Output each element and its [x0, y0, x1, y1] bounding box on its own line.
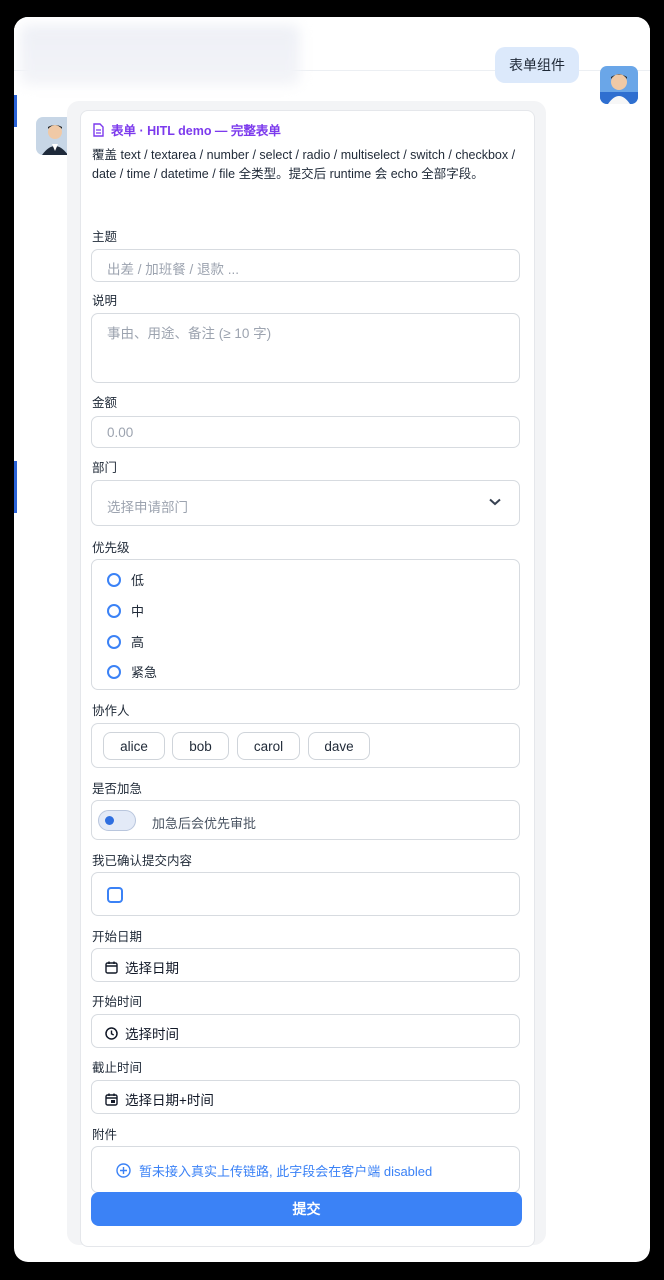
start-date-text: 选择日期: [125, 961, 179, 976]
chevron-down-icon: [489, 498, 501, 506]
attachment-text: 暂未接入真实上传链路, 此字段会在客户端 disabled: [139, 1164, 433, 1179]
plus-circle-icon: [116, 1163, 131, 1178]
department-label: 部门: [92, 461, 118, 475]
collaborator-chip-alice[interactable]: alice: [103, 732, 165, 760]
urgent-hint: 加急后会优先审批: [152, 816, 257, 831]
subject-input[interactable]: 出差 / 加班餐 / 退款 ...: [91, 249, 520, 282]
collaborators-label: 协作人: [92, 704, 130, 718]
subject-placeholder: 出差 / 加班餐 / 退款 ...: [107, 262, 240, 277]
radio-circle: [107, 603, 121, 618]
amount-input[interactable]: 0.00: [91, 416, 520, 448]
priority-option-urgent[interactable]: 紧急: [107, 662, 157, 681]
form-title: 表单 · HITL demo — 完整表单: [111, 124, 281, 138]
explanation-textarea[interactable]: 事由、用途、备注 (≥ 10 字): [91, 313, 520, 383]
department-select[interactable]: 选择申请部门: [91, 480, 520, 526]
clock-icon: [105, 1026, 118, 1040]
subject-label: 主题: [92, 230, 118, 244]
urgent-switch-field: 加急后会优先审批: [91, 800, 520, 840]
submit-button[interactable]: 提交: [91, 1192, 522, 1226]
start-date-button: 选择日期: [105, 957, 179, 977]
deadline-button: 选择日期+时间: [105, 1089, 214, 1109]
department-placeholder: 选择申请部门: [107, 500, 188, 515]
confirm-checkbox[interactable]: [107, 887, 123, 903]
attachment-label: 附件: [92, 1128, 118, 1142]
user-message-bubble: 表单组件: [495, 47, 579, 83]
priority-label: 优先级: [92, 541, 130, 555]
start-time-picker[interactable]: 选择时间: [91, 1014, 520, 1048]
calendar-clock-icon: [105, 1093, 118, 1106]
confirm-field: [91, 872, 520, 916]
amount-placeholder: 0.00: [107, 425, 134, 440]
confirm-label: 我已确认提交内容: [92, 854, 193, 868]
radio-circle: [107, 572, 121, 587]
user-avatar: [600, 66, 638, 104]
calendar-icon: [105, 961, 118, 974]
radio-circle: [107, 634, 121, 649]
start-time-button: 选择时间: [105, 1023, 179, 1043]
explanation-placeholder: 事由、用途、备注 (≥ 10 字): [107, 326, 272, 341]
urgent-toggle-switch[interactable]: [98, 810, 136, 831]
attachment-upload: 暂未接入真实上传链路, 此字段会在客户端 disabled: [91, 1146, 520, 1193]
urgent-label: 是否加急: [92, 782, 143, 796]
deadline-label: 截止时间: [92, 1061, 143, 1075]
attachment-disabled-note: 暂未接入真实上传链路, 此字段会在客户端 disabled: [116, 1161, 432, 1180]
start-time-text: 选择时间: [125, 1027, 179, 1042]
collaborator-chip-carol[interactable]: carol: [237, 732, 300, 760]
priority-option-high[interactable]: 高: [107, 632, 144, 651]
user-message-text: 表单组件: [509, 57, 565, 73]
priority-option-label: 紧急: [131, 665, 158, 680]
collaborator-chip-bob[interactable]: bob: [172, 732, 229, 760]
explanation-label: 说明: [92, 294, 118, 308]
start-time-label: 开始时间: [92, 995, 143, 1009]
priority-option-low[interactable]: 低: [107, 570, 144, 589]
blurred-header: [20, 25, 300, 85]
start-date-picker[interactable]: 选择日期: [91, 948, 520, 982]
form-header: 表单 · HITL demo — 完整表单: [92, 120, 281, 139]
document-icon: [93, 122, 104, 137]
priority-option-medium[interactable]: 中: [107, 601, 144, 620]
collaborators-multiselect: alice bob carol dave: [91, 723, 520, 768]
deadline-text: 选择日期+时间: [125, 1093, 214, 1108]
amount-label: 金额: [92, 396, 118, 410]
form-description: 覆盖 text / textarea / number / select / r…: [92, 148, 516, 181]
collaborator-chip-dave[interactable]: dave: [308, 732, 370, 760]
priority-option-label: 高: [131, 635, 145, 650]
toggle-knob: [105, 816, 114, 825]
radio-circle: [107, 664, 121, 679]
priority-option-label: 低: [131, 573, 145, 588]
scroll-indicator: [14, 95, 17, 127]
start-date-label: 开始日期: [92, 930, 143, 944]
deadline-datetime-picker[interactable]: 选择日期+时间: [91, 1080, 520, 1114]
scroll-indicator-secondary: [14, 461, 17, 513]
priority-option-label: 中: [131, 604, 145, 619]
priority-radio-group: 低 中 高 紧急: [91, 559, 520, 690]
